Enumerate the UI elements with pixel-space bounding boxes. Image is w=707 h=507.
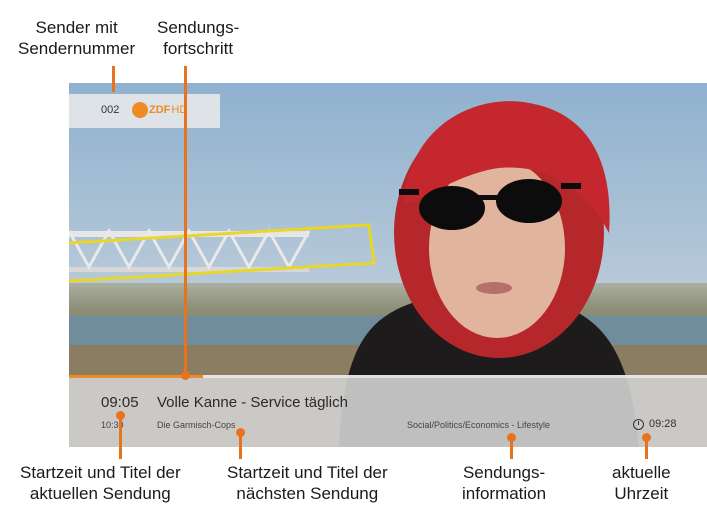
leader-dot-progress — [181, 371, 190, 380]
annotation-next-line2: nächsten Sendung — [236, 484, 379, 503]
annotation-progress-line2: fortschritt — [163, 39, 234, 58]
annotation-sender-line2: Sendernummer — [18, 39, 136, 58]
annotation-info: Sendungs- information — [462, 462, 546, 504]
channel-number: 002 — [101, 104, 120, 116]
annotation-current-line2: aktuellen Sendung — [29, 484, 171, 503]
next-title: Die Garmisch-Cops — [157, 420, 236, 430]
clock-icon — [633, 418, 644, 430]
leader-line-progress — [184, 66, 187, 379]
leader-dot-clock — [642, 433, 651, 442]
annotation-info-line2: information — [462, 484, 547, 503]
annotation-progress: Sendungs- fortschritt — [157, 17, 239, 59]
annotation-sender-line1: Sender mit — [35, 18, 118, 37]
annotation-next: Startzeit und Titel der nächsten Sendung — [227, 462, 388, 504]
channel-logo: ZDF HD — [132, 101, 187, 119]
annotation-current: Startzeit und Titel der aktuellen Sendun… — [20, 462, 181, 504]
tv-screen: 002 ZDF HD 09:05 Volle Kanne - Service t… — [69, 83, 707, 447]
annotation-info-line1: Sendungs- — [462, 463, 546, 482]
annotation-clock: aktuelle Uhrzeit — [612, 462, 671, 504]
channel-logo-icon — [132, 102, 148, 118]
annotation-clock-line1: aktuelle — [612, 463, 671, 482]
clock-time: 09:28 — [649, 418, 677, 430]
leader-dot-info — [507, 433, 516, 442]
leader-dot-next — [236, 428, 245, 437]
clock: 09:28 — [633, 418, 677, 430]
info-bar — [69, 375, 707, 447]
annotation-clock-line2: Uhrzeit — [614, 484, 669, 503]
annotation-progress-line1: Sendungs- — [157, 18, 240, 37]
program-genre: Social/Politics/Economics - Lifestyle — [407, 420, 551, 430]
annotation-next-line1: Startzeit und Titel der — [227, 463, 388, 482]
current-title: Volle Kanne - Service täglich — [157, 394, 348, 411]
leader-line-sender — [112, 66, 115, 92]
leader-line-current — [119, 415, 122, 459]
current-start-time: 09:05 — [101, 394, 139, 411]
channel-logo-text: ZDF — [149, 104, 171, 116]
annotation-current-line1: Startzeit und Titel der — [20, 463, 181, 482]
leader-dot-current — [116, 411, 125, 420]
annotation-sender: Sender mit Sendernummer — [18, 17, 135, 59]
